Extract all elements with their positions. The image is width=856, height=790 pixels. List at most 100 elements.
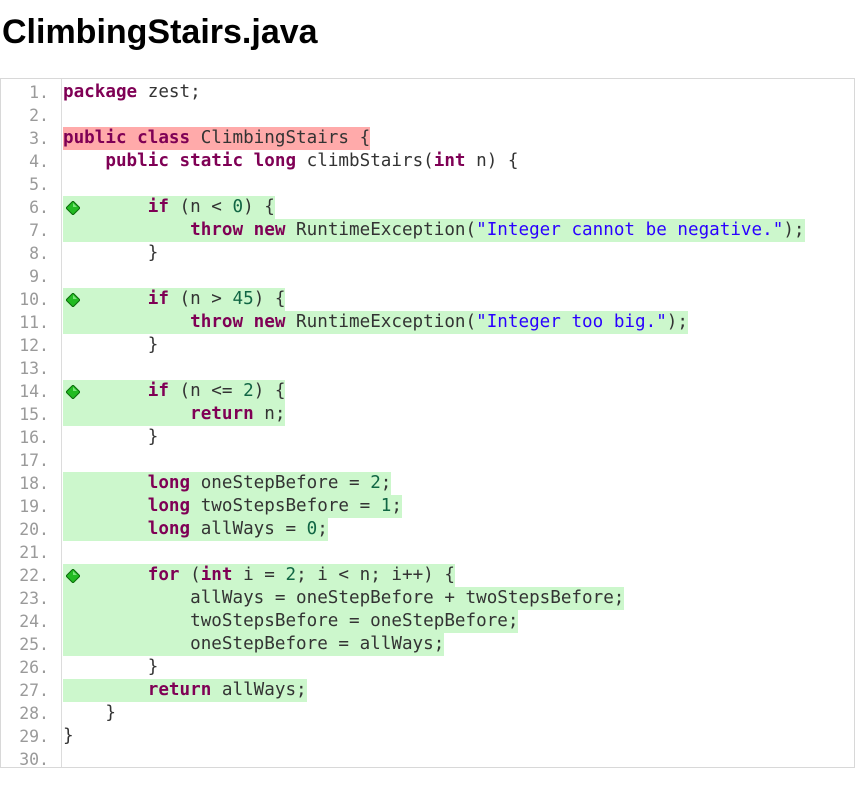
covered-code: if (n > 45) { <box>63 288 286 311</box>
keyword-token: int <box>200 565 233 585</box>
code-token: ) { <box>253 289 286 309</box>
line-number: 25. <box>19 635 49 654</box>
covered-code: return allWays; <box>63 679 307 702</box>
keyword-token: public class <box>63 128 191 148</box>
line-number: 15. <box>19 405 49 424</box>
code-line: 24. twoStepsBefore = oneStepBefore; <box>1 610 854 633</box>
line-number: 6. <box>29 198 49 217</box>
line-number: 17. <box>19 451 49 470</box>
line-number: 14. <box>19 382 49 401</box>
line-number: 20. <box>19 520 49 539</box>
code-token: } <box>63 657 159 677</box>
code-line: 10. if (n > 45) { <box>1 288 854 311</box>
code-line: 17. <box>1 449 854 472</box>
covered-code: if (n <= 2) { <box>63 380 286 403</box>
code-token: n) { <box>465 151 519 171</box>
keyword-token: return <box>147 680 212 700</box>
code-line: 8. } <box>1 242 854 265</box>
keyword-token: public static long <box>105 151 297 171</box>
code-line: 25. oneStepBefore = allWays; <box>1 633 854 656</box>
code-line: 21. <box>1 541 854 564</box>
keyword-token: throw new <box>190 220 286 240</box>
code-line: 1. package zest; <box>1 81 854 104</box>
line-number: 5. <box>29 175 49 194</box>
code-token: (n <= <box>168 381 244 401</box>
code-token: } <box>63 427 159 447</box>
covered-code: for (int i = 2; i < n; i++) { <box>63 564 455 587</box>
code-text: public static long climbStairs(int n) { <box>63 150 519 173</box>
branch-covered-icon[interactable] <box>63 564 83 587</box>
keyword-token: package <box>63 82 138 102</box>
code-text: } <box>63 242 159 265</box>
code-token: (n > <box>168 289 233 309</box>
code-token: (n < <box>168 197 233 217</box>
code-line: 9. <box>1 265 854 288</box>
code-line: 2. <box>1 104 854 127</box>
code-line: 22. for (int i = 2; i < n; i++) { <box>1 564 854 587</box>
covered-code: throw new RuntimeException("Integer too … <box>63 311 688 334</box>
covered-code: long oneStepBefore = 2; <box>63 472 392 495</box>
code-token: ; i < n; i++) { <box>296 565 455 585</box>
branch-covered-icon[interactable] <box>63 288 83 311</box>
code-line: 18. long oneStepBefore = 2; <box>1 472 854 495</box>
covered-code: allWays = oneStepBefore + twoStepsBefore… <box>63 587 625 610</box>
code-token: allWays; <box>211 680 307 700</box>
code-text: } <box>63 702 116 725</box>
code-token: ) { <box>243 197 275 217</box>
line-number: 16. <box>19 428 49 447</box>
code-line: 19. long twoStepsBefore = 1; <box>1 495 854 518</box>
source-code-view: 1. package zest; 2. 3. public class Climbing… <box>0 78 855 768</box>
code-text: } <box>63 426 159 449</box>
line-number: 29. <box>19 727 49 746</box>
code-token: i = <box>232 565 286 585</box>
line-number: 21. <box>19 543 49 562</box>
code-token: } <box>63 726 74 746</box>
code-token: twoStepsBefore = oneStepBefore; <box>63 611 519 631</box>
keyword-token: if <box>147 197 169 217</box>
number-token: 2 <box>243 381 254 401</box>
code-line: 29.} <box>1 725 854 748</box>
line-number: 7. <box>29 221 49 240</box>
code-line: 13. <box>1 357 854 380</box>
keyword-token: long <box>147 496 191 516</box>
keyword-token: int <box>433 151 466 171</box>
code-token: RuntimeException( <box>285 220 477 240</box>
code-line: 14. if (n <= 2) { <box>1 380 854 403</box>
line-number: 30. <box>19 750 49 768</box>
keyword-token: long <box>147 473 191 493</box>
string-token: "Integer cannot be negative." <box>476 220 784 240</box>
code-line: 30. <box>1 748 854 768</box>
keyword-token: for <box>147 565 180 585</box>
code-token: oneStepBefore = <box>190 473 371 493</box>
code-line: 11. throw new RuntimeException("Integer … <box>1 311 854 334</box>
code-token: allWays = <box>190 519 307 539</box>
code-token: ( <box>179 565 201 585</box>
partially-covered-code: public class ClimbingStairs { <box>63 127 371 150</box>
line-number: 4. <box>29 152 49 171</box>
line-number: 9. <box>29 267 49 286</box>
line-number: 2. <box>29 106 49 125</box>
code-line: 27. return allWays; <box>1 679 854 702</box>
line-number: 13. <box>19 359 49 378</box>
line-number: 18. <box>19 474 49 493</box>
code-line: 28. } <box>1 702 854 725</box>
code-text: } <box>63 725 74 748</box>
branch-covered-icon[interactable] <box>63 380 83 403</box>
keyword-token: if <box>147 289 169 309</box>
line-number: 27. <box>19 681 49 700</box>
code-line: 6. if (n < 0) { <box>1 196 854 219</box>
code-token: allWays = oneStepBefore + twoStepsBefore… <box>63 588 625 608</box>
line-number: 22. <box>19 566 49 585</box>
code-token: ClimbingStairs { <box>190 128 371 148</box>
code-token: n; <box>253 404 286 424</box>
keyword-token: long <box>147 519 191 539</box>
line-number: 1. <box>29 83 49 102</box>
branch-covered-icon[interactable] <box>63 196 83 219</box>
code-line: 16. } <box>1 426 854 449</box>
covered-code: long allWays = 0; <box>63 518 328 541</box>
code-text: } <box>63 334 159 357</box>
number-token: 2 <box>285 565 297 585</box>
